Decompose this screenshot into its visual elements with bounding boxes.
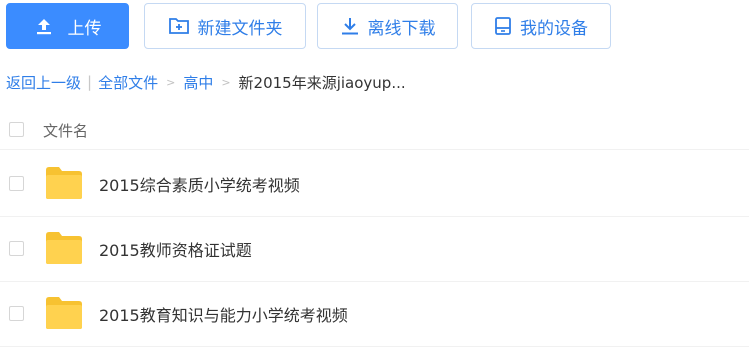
folder-icon bbox=[45, 166, 83, 200]
new-folder-label: 新建文件夹 bbox=[197, 18, 283, 39]
download-icon bbox=[340, 16, 360, 36]
breadcrumb-arrow-icon: > bbox=[166, 75, 176, 89]
breadcrumb: 返回上一级 | 全部文件 > 高中 > 新2015年来源jiaoyup... bbox=[6, 70, 746, 94]
upload-icon bbox=[34, 16, 54, 36]
my-device-button[interactable]: 我的设备 bbox=[471, 3, 611, 49]
back-link[interactable]: 返回上一级 bbox=[6, 72, 81, 93]
folder-icon bbox=[45, 231, 83, 265]
offline-download-button[interactable]: 离线下载 bbox=[317, 3, 458, 49]
file-list-header: 文件名 bbox=[0, 111, 749, 150]
list-item[interactable]: 2015综合素质小学统考视频 bbox=[0, 152, 749, 217]
breadcrumb-arrow-icon: > bbox=[221, 75, 231, 89]
list-item[interactable]: 2015教育知识与能力小学统考视频 bbox=[0, 282, 749, 347]
row-checkbox[interactable] bbox=[9, 241, 24, 256]
breadcrumb-current: 新2015年来源jiaoyup... bbox=[238, 73, 406, 92]
breadcrumb-level1-link[interactable]: 高中 bbox=[183, 72, 213, 93]
row-checkbox[interactable] bbox=[9, 176, 24, 191]
list-item[interactable]: 2015教师资格证试题 bbox=[0, 217, 749, 282]
row-checkbox[interactable] bbox=[9, 306, 24, 321]
offline-download-label: 离线下载 bbox=[367, 18, 436, 39]
upload-button[interactable]: 上传 bbox=[6, 3, 129, 49]
upload-label: 上传 bbox=[67, 18, 102, 39]
select-all-checkbox[interactable] bbox=[9, 122, 24, 137]
my-device-label: 我的设备 bbox=[520, 18, 588, 39]
new-folder-button[interactable]: 新建文件夹 bbox=[144, 3, 306, 49]
folder-name[interactable]: 2015教师资格证试题 bbox=[99, 237, 252, 261]
breadcrumb-separator: | bbox=[87, 73, 93, 91]
folder-name[interactable]: 2015教育知识与能力小学统考视频 bbox=[99, 302, 348, 326]
all-files-link[interactable]: 全部文件 bbox=[98, 72, 158, 93]
folder-name[interactable]: 2015综合素质小学统考视频 bbox=[99, 172, 300, 196]
new-folder-icon bbox=[168, 16, 190, 36]
toolbar: 上传 新建文件夹 离线下载 我的设备 bbox=[6, 3, 746, 51]
device-icon bbox=[494, 16, 512, 36]
column-filename[interactable]: 文件名 bbox=[43, 120, 88, 141]
folder-icon bbox=[45, 296, 83, 330]
